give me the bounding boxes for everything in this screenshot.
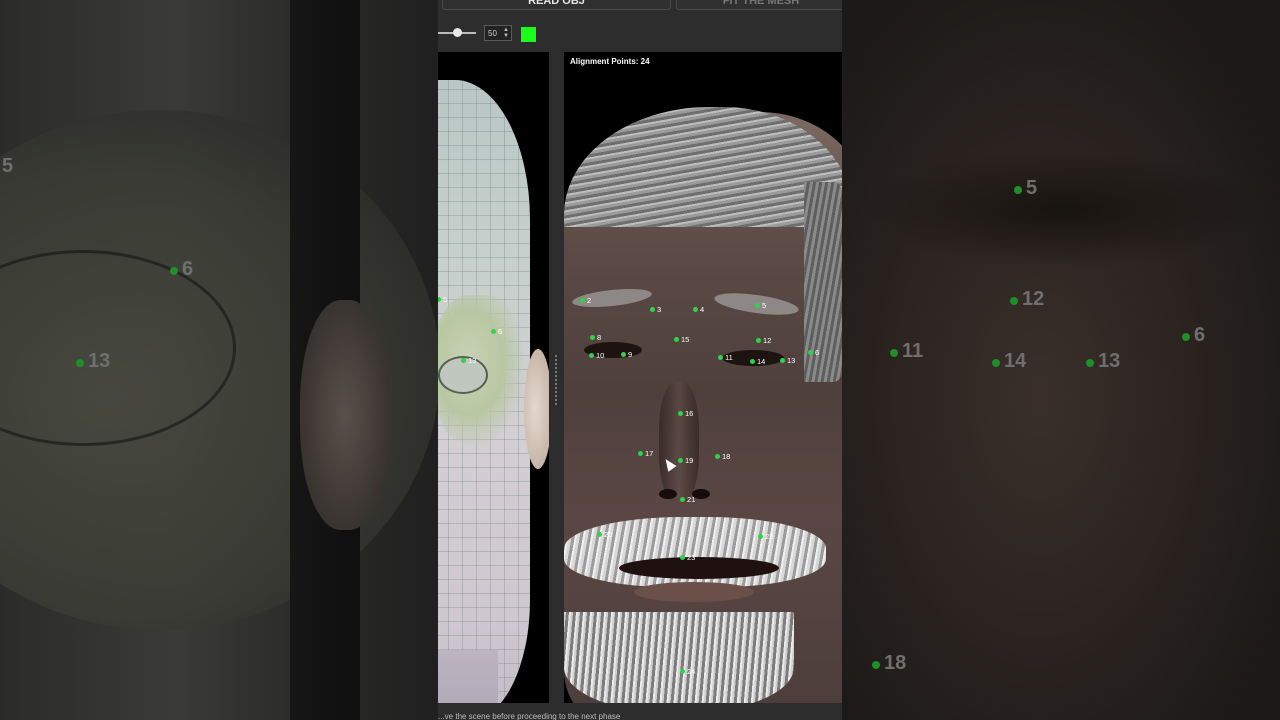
background-left-zoom: 5 6 13 (0, 0, 438, 720)
marker-pin-icon (750, 359, 755, 364)
mesh-neck (438, 650, 498, 703)
marker-pin-icon (678, 458, 683, 463)
marker-pin-icon (680, 555, 685, 560)
marker-pin-icon (674, 337, 679, 342)
marker-pin-icon (758, 534, 763, 539)
marker-pin-icon (808, 350, 813, 355)
mesh-ear (524, 349, 549, 469)
bg-label: 11 (890, 340, 923, 363)
point-size-spinbox[interactable]: 50 ▲ ▼ (484, 25, 512, 41)
marker-pin-icon (1014, 186, 1022, 194)
marker-pin-icon (1182, 333, 1190, 341)
face-mouth (619, 557, 779, 579)
face-lip (634, 582, 754, 602)
alignment-point[interactable]: 20 (597, 530, 612, 539)
bg-label: 6 (170, 258, 193, 281)
alignment-app-window: READ OBJ FIT THE MESH 50 ▲ ▼ 5 6 13 Align… (438, 0, 842, 720)
marker-pin-icon (621, 352, 626, 357)
marker-pin-icon (680, 497, 685, 502)
bg-label: 13 (76, 350, 110, 373)
alignment-point[interactable]: 18 (715, 452, 730, 461)
mesh-viewport[interactable]: 5 6 13 (438, 52, 549, 703)
alignment-point[interactable]: 3 (650, 305, 661, 314)
alignment-point[interactable]: 4 (693, 305, 704, 314)
marker-pin-icon (1010, 297, 1018, 305)
marker-pin-icon (650, 307, 655, 312)
marker-pin-icon (491, 329, 496, 334)
marker-pin-icon (780, 358, 785, 363)
mesh-marker[interactable]: 13 (461, 356, 476, 365)
base-head-mesh (438, 80, 530, 703)
point-size-value: 50 (488, 28, 497, 38)
marker-pin-icon (170, 267, 178, 275)
spin-arrows-icon[interactable]: ▲ ▼ (503, 27, 509, 39)
marker-pin-icon (680, 669, 685, 674)
marker-pin-icon (461, 358, 466, 363)
mesh-marker[interactable]: 5 (438, 295, 447, 304)
bg-label: 14 (992, 350, 1026, 373)
marker-pin-icon (590, 335, 595, 340)
marker-pin-icon (589, 353, 594, 358)
alignment-point[interactable]: 13 (780, 356, 795, 365)
read-obj-button[interactable]: READ OBJ (442, 0, 671, 10)
marker-pin-icon (693, 307, 698, 312)
marker-pin-icon (872, 661, 880, 669)
bg-label: 18 (872, 652, 906, 675)
marker-pin-icon (1086, 359, 1094, 367)
alignment-point[interactable]: 9 (621, 350, 632, 359)
alignment-point[interactable]: 21 (680, 495, 695, 504)
bg-label: 5 (1014, 177, 1037, 200)
face-nostril-left (659, 489, 677, 499)
viewport-splitter-handle[interactable] (555, 355, 557, 405)
marker-pin-icon (756, 338, 761, 343)
marker-pin-icon (76, 359, 84, 367)
point-color-swatch[interactable] (521, 27, 536, 42)
status-hint: ...ve the scene before proceeding to the… (438, 712, 621, 720)
alignment-point[interactable]: 8 (590, 333, 601, 342)
alignment-point[interactable]: 16 (678, 409, 693, 418)
alignment-point[interactable]: 22 (758, 532, 773, 541)
marker-pin-icon (890, 349, 898, 357)
alignment-points-count: Alignment Points: 24 (570, 57, 650, 66)
bg-label: 12 (1010, 288, 1044, 311)
bg-label: 13 (1086, 350, 1120, 373)
bg-label: 6 (1182, 324, 1205, 347)
bg-label: 5 (2, 155, 14, 177)
alignment-point[interactable]: 5 (755, 301, 766, 310)
marker-pin-icon (715, 454, 720, 459)
alignment-point[interactable]: 17 (638, 449, 653, 458)
marker-pin-icon (597, 532, 602, 537)
alignment-point[interactable]: 23 (680, 553, 695, 562)
alignment-point[interactable]: 2 (580, 296, 591, 305)
marker-pin-icon (678, 411, 683, 416)
alignment-point[interactable]: 10 (589, 351, 604, 360)
fit-mesh-button[interactable]: FIT THE MESH (676, 0, 842, 10)
alignment-point[interactable]: 19 (678, 456, 693, 465)
marker-pin-icon (718, 355, 723, 360)
mesh-marker[interactable]: 6 (491, 327, 502, 336)
blurred-brow (862, 150, 1262, 270)
alignment-point[interactable]: 24 (680, 667, 695, 676)
photo-viewport[interactable]: Alignment Points: 24 2 3 4 5 6 8 9 10 11… (564, 52, 842, 703)
alignment-point[interactable]: 11 (718, 353, 733, 362)
alignment-point[interactable]: 14 (750, 357, 765, 366)
alignment-point[interactable]: 15 (674, 335, 689, 344)
background-right-zoom: 5 12 11 14 13 6 18 (842, 0, 1280, 720)
alignment-point[interactable]: 12 (756, 336, 771, 345)
alignment-point[interactable]: 6 (808, 348, 819, 357)
marker-pin-icon (580, 298, 585, 303)
marker-pin-icon (638, 451, 643, 456)
face-beard (564, 612, 794, 703)
marker-pin-icon (992, 359, 1000, 367)
point-size-slider-handle[interactable] (453, 28, 462, 37)
face-nose (659, 382, 699, 502)
marker-pin-icon (438, 297, 441, 302)
blurred-ear (300, 300, 390, 530)
marker-pin-icon (755, 303, 760, 308)
